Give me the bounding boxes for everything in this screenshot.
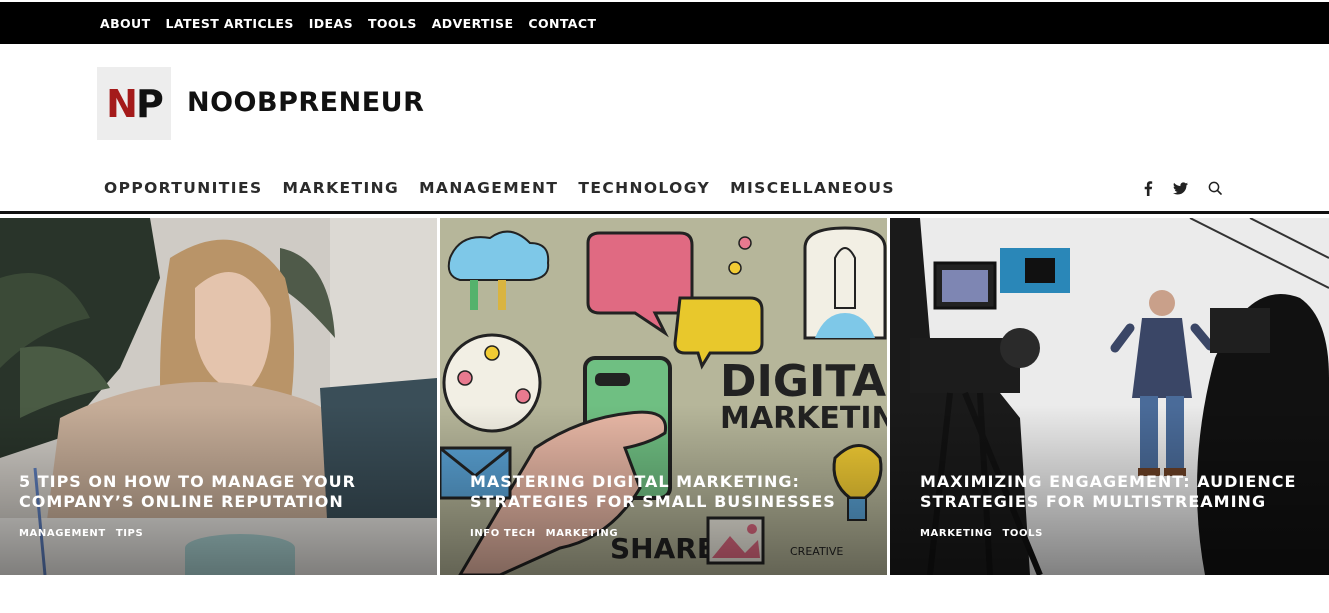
top-nav-tools[interactable]: TOOLS — [368, 16, 417, 31]
main-nav: OPPORTUNITIES MARKETING MANAGEMENT TECHN… — [104, 176, 915, 200]
tag-tools[interactable]: TOOLS — [1003, 528, 1043, 539]
top-nav-latest-articles[interactable]: LATEST ARTICLES — [166, 16, 294, 31]
article-title[interactable]: MASTERING DIGITAL MARKETING: STRATEGIES … — [470, 472, 867, 512]
nav-miscellaneous[interactable]: MISCELLANEOUS — [730, 179, 895, 197]
svg-text:DIGITAL: DIGITAL — [720, 356, 887, 407]
twitter-icon[interactable] — [1169, 176, 1191, 200]
nav-divider — [0, 211, 1329, 214]
nav-opportunities[interactable]: OPPORTUNITIES — [104, 179, 263, 197]
article-title[interactable]: MAXIMIZING ENGAGEMENT: AUDIENCE STRATEGI… — [920, 472, 1309, 512]
top-nav-advertise[interactable]: ADVERTISE — [432, 16, 514, 31]
facebook-icon[interactable] — [1137, 176, 1159, 200]
top-nav-about[interactable]: ABOUT — [100, 16, 151, 31]
tag-info-tech[interactable]: INFO TECH — [470, 528, 536, 539]
article-tags: INFO TECH MARKETING — [470, 528, 618, 539]
nav-marketing[interactable]: MARKETING — [283, 179, 400, 197]
tag-marketing[interactable]: MARKETING — [546, 528, 619, 539]
article-card[interactable]: 5 TIPS ON HOW TO MANAGE YOUR COMPANY’S O… — [0, 218, 437, 575]
nav-technology[interactable]: TECHNOLOGY — [578, 179, 710, 197]
top-nav-contact[interactable]: CONTACT — [528, 16, 596, 31]
top-bar: ABOUT LATEST ARTICLES IDEAS TOOLS ADVERT… — [0, 2, 1329, 44]
article-title[interactable]: 5 TIPS ON HOW TO MANAGE YOUR COMPANY’S O… — [19, 472, 417, 512]
site-logo[interactable]: NP — [97, 67, 171, 140]
article-card[interactable]: MAXIMIZING ENGAGEMENT: AUDIENCE STRATEGI… — [890, 218, 1329, 575]
logo-mark: NP — [106, 81, 164, 126]
tag-management[interactable]: MANAGEMENT — [19, 528, 106, 539]
top-nav: ABOUT LATEST ARTICLES IDEAS TOOLS ADVERT… — [100, 2, 611, 44]
tag-tips[interactable]: TIPS — [116, 528, 143, 539]
search-icon[interactable] — [1204, 176, 1226, 200]
article-card[interactable]: DIGITAL MARKETING SHARE CREATIVE MASTERI… — [440, 218, 887, 575]
tag-marketing[interactable]: MARKETING — [920, 528, 993, 539]
site-name[interactable]: NOOBPRENEUR — [187, 87, 424, 118]
nav-management[interactable]: MANAGEMENT — [419, 179, 558, 197]
article-tags: MANAGEMENT TIPS — [19, 528, 143, 539]
top-nav-ideas[interactable]: IDEAS — [309, 16, 353, 31]
article-tags: MARKETING TOOLS — [920, 528, 1043, 539]
